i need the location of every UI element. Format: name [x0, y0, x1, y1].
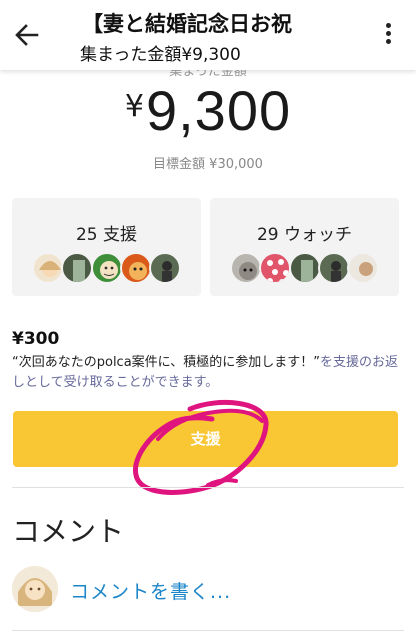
more-vertical-icon — [378, 23, 398, 44]
page-title: 【妻と結婚記念日お祝 — [82, 12, 292, 36]
currency-symbol: ¥ — [124, 89, 144, 124]
support-button[interactable]: 支援 — [13, 411, 398, 467]
write-comment-link[interactable]: コメントを書く... — [70, 577, 231, 604]
supporters-card[interactable]: 25 支援 — [12, 198, 201, 296]
reward-price: ¥300 — [12, 329, 60, 349]
watchers-card[interactable]: 29 ウォッチ — [210, 198, 399, 296]
avatar — [148, 252, 181, 284]
amount-value: 9,300 — [145, 79, 292, 142]
comments-heading: コメント — [12, 515, 125, 548]
avatar — [12, 566, 58, 612]
avatar — [61, 252, 94, 284]
back-button[interactable] — [10, 18, 44, 52]
watcher-avatars — [210, 252, 399, 286]
arrow-left-icon — [15, 24, 39, 46]
app-header: 【妻と結婚記念日お祝 集まった金額¥9,300 — [0, 0, 416, 70]
avatar — [259, 252, 292, 284]
more-button[interactable] — [378, 20, 398, 50]
avatar — [230, 252, 263, 284]
avatar — [346, 252, 379, 284]
supporters-count: 25 支援 — [75, 225, 138, 245]
avatar — [32, 252, 65, 284]
avatar — [288, 252, 321, 284]
watchers-count: 29 ウォッチ — [256, 225, 353, 245]
reward-description: “次回あなたのpolca案件に、積極的に参加します！”を支援のお返しとして受け取… — [12, 353, 404, 393]
section-divider — [12, 487, 404, 488]
supporter-avatars — [12, 252, 201, 286]
goal-amount: 目標金額 ¥30,000 — [153, 157, 263, 172]
section-divider — [12, 630, 404, 631]
collected-amount: ¥9,300 — [0, 78, 416, 143]
header-subtitle: 集まった金額¥9,300 — [80, 45, 241, 65]
avatar — [90, 252, 123, 284]
avatar — [119, 252, 152, 284]
avatar — [317, 252, 350, 284]
reward-quote: “次回あなたのpolca案件に、積極的に参加します！” — [12, 355, 321, 370]
